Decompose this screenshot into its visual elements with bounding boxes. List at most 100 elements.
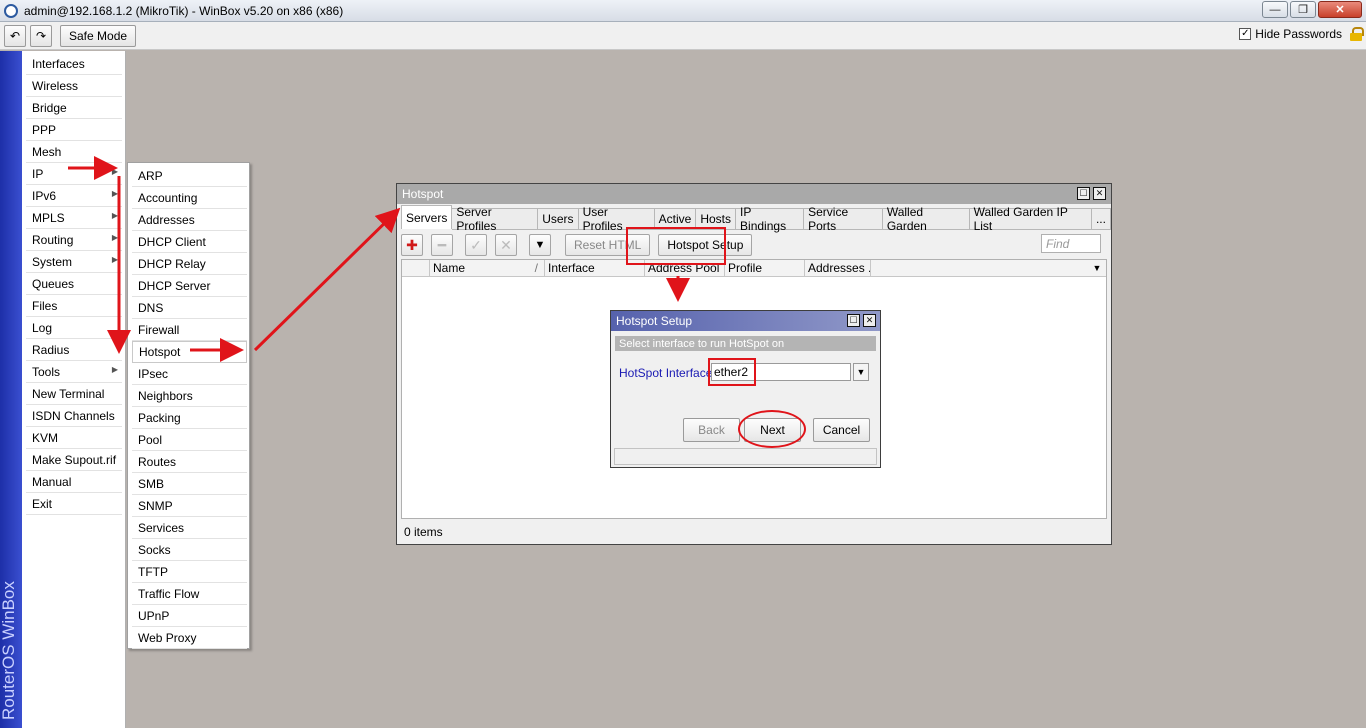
tab-service-ports[interactable]: Service Ports xyxy=(804,205,883,233)
maximize-icon[interactable]: ☐ xyxy=(1077,187,1090,200)
menu-item-queues[interactable]: Queues xyxy=(26,273,122,295)
submenu-item-upnp[interactable]: UPnP xyxy=(132,605,247,627)
disable-button[interactable]: ✕ xyxy=(495,234,517,256)
enable-button[interactable]: ✓ xyxy=(465,234,487,256)
add-button[interactable]: ✚ xyxy=(401,234,423,256)
arrow-to-hotspot-window xyxy=(253,207,401,352)
tab-walled-garden-ip-list[interactable]: Walled Garden IP List xyxy=(969,205,1092,233)
close-icon[interactable]: ✕ xyxy=(863,314,876,327)
submenu-item-tftp[interactable]: TFTP xyxy=(132,561,247,583)
menu-item-manual[interactable]: Manual xyxy=(26,471,122,493)
servers-table-header: Name / Interface Address Pool Profile Add… xyxy=(402,260,1106,277)
submenu-item-arp[interactable]: ARP xyxy=(132,165,247,187)
dialog-title-bar[interactable]: Hotspot Setup ☐ ✕ xyxy=(611,311,880,331)
dialog-title: Hotspot Setup xyxy=(616,314,693,328)
tab-walled-garden[interactable]: Walled Garden xyxy=(882,205,970,233)
menu-item-make-supout[interactable]: Make Supout.rif xyxy=(26,449,122,471)
tab-ip-bindings[interactable]: IP Bindings xyxy=(736,205,805,233)
tab-more[interactable]: ... xyxy=(1091,208,1111,230)
submenu-item-ipsec[interactable]: IPsec xyxy=(132,363,247,385)
submenu-item-dns[interactable]: DNS xyxy=(132,297,247,319)
submenu-item-routes[interactable]: Routes xyxy=(132,451,247,473)
maximize-button[interactable]: ❐ xyxy=(1290,1,1316,18)
menu-item-tools[interactable]: Tools ▶ xyxy=(26,361,122,383)
sort-icon: / xyxy=(534,261,538,275)
filter-icon: ▼ xyxy=(534,239,546,251)
safe-mode-button[interactable]: Safe Mode xyxy=(60,24,137,47)
redo-icon: ↷ xyxy=(35,28,47,43)
menu-item-mesh[interactable]: Mesh xyxy=(26,141,122,163)
column-chooser-icon[interactable]: ▼ xyxy=(1088,260,1106,276)
lock-icon xyxy=(1350,27,1364,41)
menu-item-ipv6[interactable]: IPv6 ▶ xyxy=(26,185,122,207)
winbox-app-icon xyxy=(4,3,18,18)
close-icon[interactable]: ✕ xyxy=(1093,187,1106,200)
routeros-brand-strip: RouterOS WinBox xyxy=(0,51,22,728)
menu-item-new-terminal[interactable]: New Terminal xyxy=(26,383,122,405)
tab-users[interactable]: Users xyxy=(538,208,579,230)
undo-icon: ↶ xyxy=(9,28,21,43)
submenu-item-snmp[interactable]: SNMP xyxy=(132,495,247,517)
menu-item-system[interactable]: System ▶ xyxy=(26,251,122,273)
find-input[interactable]: Find xyxy=(1041,234,1101,253)
hide-passwords-checkbox[interactable]: ✓ xyxy=(1239,28,1252,40)
submenu-item-services[interactable]: Services xyxy=(132,517,247,539)
maximize-icon[interactable]: ☐ xyxy=(847,314,860,327)
submenu-item-traffic-flow[interactable]: Traffic Flow xyxy=(132,583,247,605)
dropdown-arrow-icon[interactable]: ▼ xyxy=(853,363,869,381)
cancel-button[interactable]: Cancel xyxy=(813,418,870,442)
submenu-item-neighbors[interactable]: Neighbors xyxy=(132,385,247,407)
tab-server-profiles[interactable]: Server Profiles xyxy=(452,205,539,233)
hide-passwords-control[interactable]: ✓ Hide Passwords xyxy=(1239,27,1364,41)
title-bar: admin@192.168.1.2 (MikroTik) - WinBox v5… xyxy=(0,0,1366,22)
annotation-ellipse-next xyxy=(738,410,806,448)
submenu-item-firewall[interactable]: Firewall xyxy=(132,319,247,341)
submenu-item-hotspot[interactable]: Hotspot xyxy=(132,341,247,363)
submenu-item-pool[interactable]: Pool xyxy=(132,429,247,451)
menu-item-routing[interactable]: Routing ▶ xyxy=(26,229,122,251)
ip-submenu: ARP Accounting Addresses DHCP Client DHC… xyxy=(127,162,250,649)
submenu-item-dhcp-relay[interactable]: DHCP Relay xyxy=(132,253,247,275)
column-addresses[interactable]: Addresses ... xyxy=(805,260,871,276)
submenu-item-smb[interactable]: SMB xyxy=(132,473,247,495)
column-name[interactable]: Name / xyxy=(430,260,545,276)
minimize-button[interactable]: — xyxy=(1262,1,1288,18)
hotspot-window-title-bar[interactable]: Hotspot ☐ ✕ xyxy=(397,184,1111,204)
tab-servers[interactable]: Servers xyxy=(401,205,453,229)
menu-item-bridge[interactable]: Bridge xyxy=(26,97,122,119)
menu-item-wireless[interactable]: Wireless xyxy=(26,75,122,97)
close-button[interactable]: ✕ xyxy=(1318,1,1362,18)
submenu-arrow-icon: ▶ xyxy=(111,365,118,374)
item-count: 0 items xyxy=(404,525,443,539)
back-button[interactable]: Back xyxy=(683,418,740,442)
column-flags[interactable] xyxy=(402,260,430,276)
menu-item-mpls[interactable]: MPLS ▶ xyxy=(26,207,122,229)
undo-button[interactable]: ↶ xyxy=(4,24,26,47)
submenu-item-accounting[interactable]: Accounting xyxy=(132,187,247,209)
remove-button[interactable]: ━ xyxy=(431,234,453,256)
filter-button[interactable]: ▼ xyxy=(529,234,551,256)
submenu-item-socks[interactable]: Socks xyxy=(132,539,247,561)
column-profile[interactable]: Profile xyxy=(725,260,805,276)
menu-item-kvm[interactable]: KVM xyxy=(26,427,122,449)
menu-item-isdn-channels[interactable]: ISDN Channels xyxy=(26,405,122,427)
redo-button[interactable]: ↷ xyxy=(30,24,52,47)
submenu-item-addresses[interactable]: Addresses xyxy=(132,209,247,231)
menu-item-files[interactable]: Files xyxy=(26,295,122,317)
menu-item-interfaces[interactable]: Interfaces xyxy=(26,53,122,75)
menu-item-ip[interactable]: IP ▶ xyxy=(26,163,122,185)
menu-item-exit[interactable]: Exit xyxy=(26,493,122,515)
menu-item-ppp[interactable]: PPP xyxy=(26,119,122,141)
submenu-arrow-icon: ▶ xyxy=(111,233,118,242)
submenu-item-web-proxy[interactable]: Web Proxy xyxy=(132,627,247,649)
plus-icon: ✚ xyxy=(406,236,418,253)
submenu-item-dhcp-client[interactable]: DHCP Client xyxy=(132,231,247,253)
menu-item-radius[interactable]: Radius xyxy=(26,339,122,361)
submenu-item-dhcp-server[interactable]: DHCP Server xyxy=(132,275,247,297)
submenu-item-packing[interactable]: Packing xyxy=(132,407,247,429)
brand-text: RouterOS WinBox xyxy=(0,581,18,720)
menu-item-log[interactable]: Log xyxy=(26,317,122,339)
submenu-arrow-icon: ▶ xyxy=(111,189,118,198)
dialog-status-bar xyxy=(614,448,877,465)
menu-item-ipv6-label: IPv6 xyxy=(32,188,57,203)
